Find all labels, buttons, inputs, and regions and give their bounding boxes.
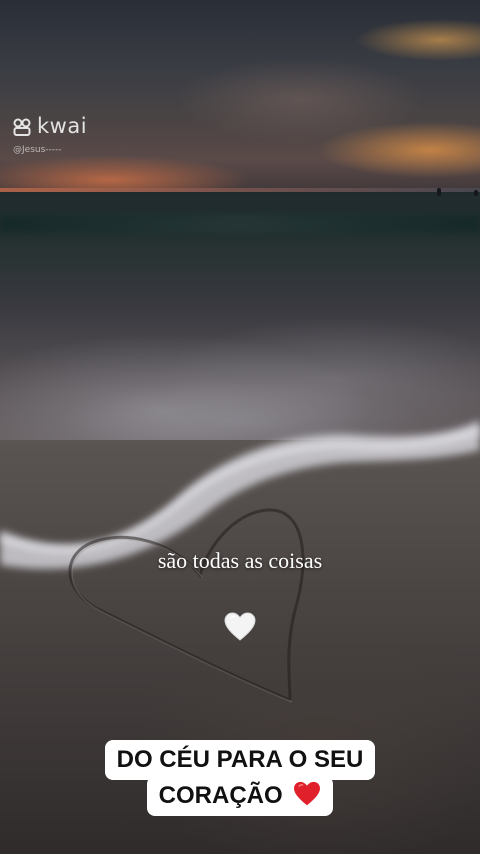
red-heart-icon <box>294 781 321 806</box>
sand-heart-drawing <box>68 508 305 703</box>
banner-line-2-text: CORAÇÃO <box>158 782 283 809</box>
kwai-watermark: kwai <box>12 116 87 137</box>
sky <box>0 0 480 200</box>
video-caption: são todas as coisas <box>157 548 323 573</box>
banner-caption: DO CÉU PARA O SEU CORAÇÃO <box>0 740 480 816</box>
video-frame[interactable]: kwai @Jesus----- são todas as coisas DO … <box>0 0 480 854</box>
white-heart-icon <box>224 612 256 641</box>
kwai-logo-icon <box>13 118 31 136</box>
banner-line-1-text: DO CÉU PARA O SEU <box>116 746 364 773</box>
brand-name: kwai <box>37 114 88 138</box>
creator-handle: @Jesus----- <box>13 145 62 155</box>
sea-band <box>0 215 480 233</box>
distant-person <box>474 190 478 196</box>
banner-line-2: CORAÇÃO <box>146 776 334 816</box>
distant-person <box>437 188 441 196</box>
banner-line-1: DO CÉU PARA O SEU <box>104 740 376 780</box>
